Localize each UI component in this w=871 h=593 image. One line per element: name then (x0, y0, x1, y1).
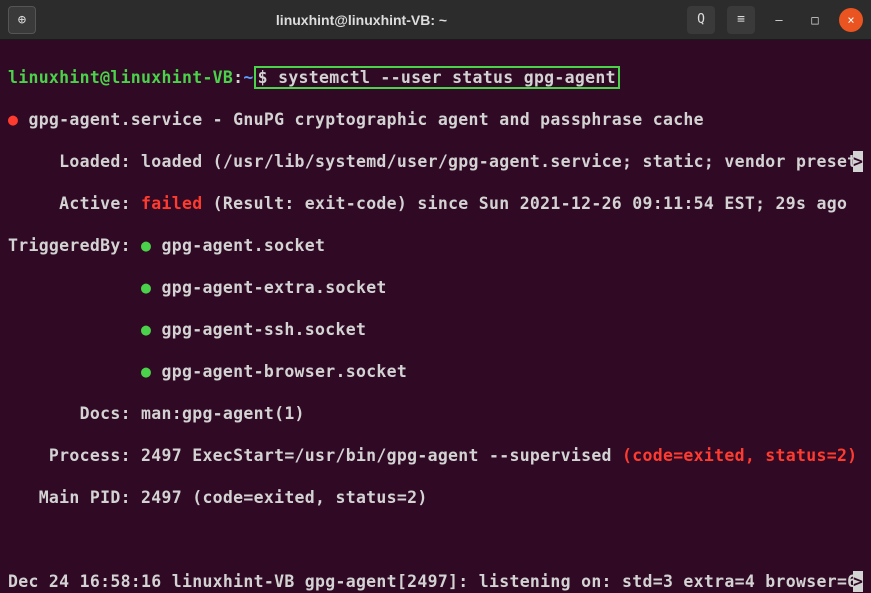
loaded-label: Loaded: (8, 152, 141, 171)
prompt-line: linuxhint@linuxhint-VB:~$ systemctl --us… (8, 67, 863, 88)
active-line: Active: failed (Result: exit-code) since… (8, 193, 863, 214)
prompt-colon: : (233, 68, 243, 87)
process-code: (code=exited, status=2) (622, 446, 857, 465)
search-button[interactable]: Q (687, 6, 715, 34)
trigger-2: gpg-agent-extra.socket (151, 278, 386, 297)
active-label: Active: (8, 194, 141, 213)
search-icon: Q (697, 12, 705, 27)
main-pid-line: Main PID: 2497 (code=exited, status=2) (8, 487, 863, 508)
prompt-user: linuxhint@linuxhint-VB (8, 68, 233, 87)
window-title: linuxhint@linuxhint-VB: ~ (36, 12, 687, 28)
overflow-indicator: > (853, 571, 863, 592)
log-line-1: Dec 24 16:58:16 linuxhint-VB gpg-agent[2… (8, 571, 863, 592)
terminal-output[interactable]: linuxhint@linuxhint-VB:~$ systemctl --us… (0, 40, 871, 593)
trigger-3: gpg-agent-ssh.socket (151, 320, 366, 339)
trigger-line-3: ● gpg-agent-ssh.socket (8, 319, 863, 340)
new-tab-icon: ⊕ (18, 12, 26, 28)
close-icon: × (847, 13, 854, 27)
new-tab-button[interactable]: ⊕ (8, 6, 36, 34)
trigger-line-2: ● gpg-agent-extra.socket (8, 277, 863, 298)
process-label: Process: 2497 ExecStart=/usr/bin/gpg-age… (8, 446, 622, 465)
maximize-button[interactable]: □ (803, 8, 827, 32)
command-highlight: $ systemctl --user status gpg-agent (254, 66, 620, 89)
maximize-icon: □ (811, 13, 818, 27)
trigger-label: TriggeredBy: (8, 236, 141, 255)
trigger-4: gpg-agent-browser.socket (151, 362, 407, 381)
minimize-icon: — (775, 13, 782, 27)
active-rest: (Result: exit-code) since Sun 2021-12-26… (202, 194, 847, 213)
prompt-path: ~ (243, 68, 253, 87)
hamburger-icon: ≡ (737, 12, 745, 27)
titlebar-controls: Q ≡ — □ × (687, 6, 863, 34)
overflow-indicator: > (853, 151, 863, 172)
status-dot-red: ● (8, 110, 18, 129)
service-text: gpg-agent.service - GnuPG cryptographic … (18, 110, 704, 129)
status-dot-green: ● (141, 278, 151, 297)
minimize-button[interactable]: — (767, 8, 791, 32)
titlebar: ⊕ linuxhint@linuxhint-VB: ~ Q ≡ — □ × (0, 0, 871, 40)
status-dot-green: ● (141, 320, 151, 339)
status-dot-green: ● (141, 362, 151, 381)
active-failed: failed (141, 194, 202, 213)
loaded-value: loaded (/usr/lib/systemd/user/gpg-agent.… (141, 152, 853, 171)
trigger-line-1: TriggeredBy: ● gpg-agent.socket (8, 235, 863, 256)
trigger-1: gpg-agent.socket (151, 236, 325, 255)
trigger-line-4: ● gpg-agent-browser.socket (8, 361, 863, 382)
process-line: Process: 2497 ExecStart=/usr/bin/gpg-age… (8, 445, 863, 466)
close-button[interactable]: × (839, 8, 863, 32)
menu-button[interactable]: ≡ (727, 6, 755, 34)
service-line: ● gpg-agent.service - GnuPG cryptographi… (8, 109, 863, 130)
loaded-line: Loaded: loaded (/usr/lib/systemd/user/gp… (8, 151, 863, 172)
status-dot-green: ● (141, 236, 151, 255)
docs-line: Docs: man:gpg-agent(1) (8, 403, 863, 424)
blank-line (8, 529, 863, 550)
